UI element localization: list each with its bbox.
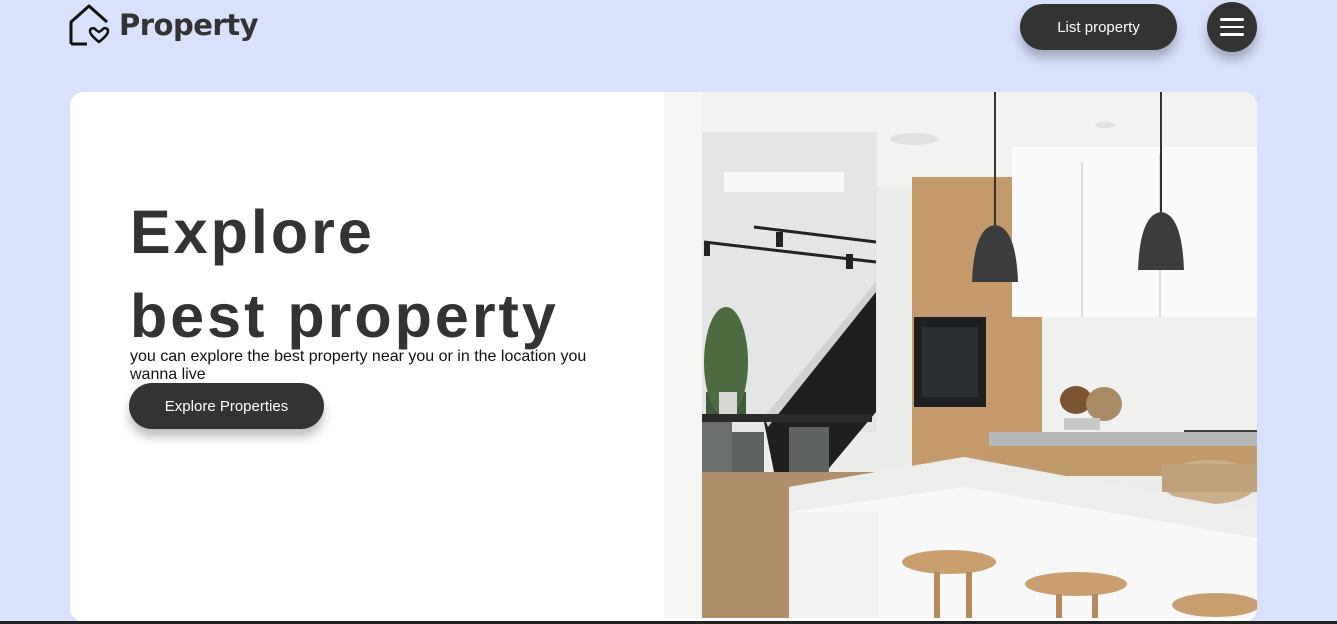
logo-text: Property <box>119 8 258 42</box>
house-heart-icon <box>69 4 110 46</box>
list-property-button[interactable]: List property <box>1020 4 1177 50</box>
menu-button[interactable] <box>1207 2 1257 52</box>
hero-description: you can explore the best property near y… <box>130 348 587 383</box>
hero-title-line1: Explore <box>130 198 375 266</box>
explore-properties-button[interactable]: Explore Properties <box>129 383 324 429</box>
hero-title: Explore best property <box>130 190 559 358</box>
kitchen-photo <box>664 92 1257 618</box>
hamburger-menu-icon <box>1220 18 1244 21</box>
logo[interactable]: Property <box>69 4 258 46</box>
hero-card: Explore best property you can explore th… <box>70 92 1257 622</box>
hero-title-line2: best property <box>130 282 559 350</box>
